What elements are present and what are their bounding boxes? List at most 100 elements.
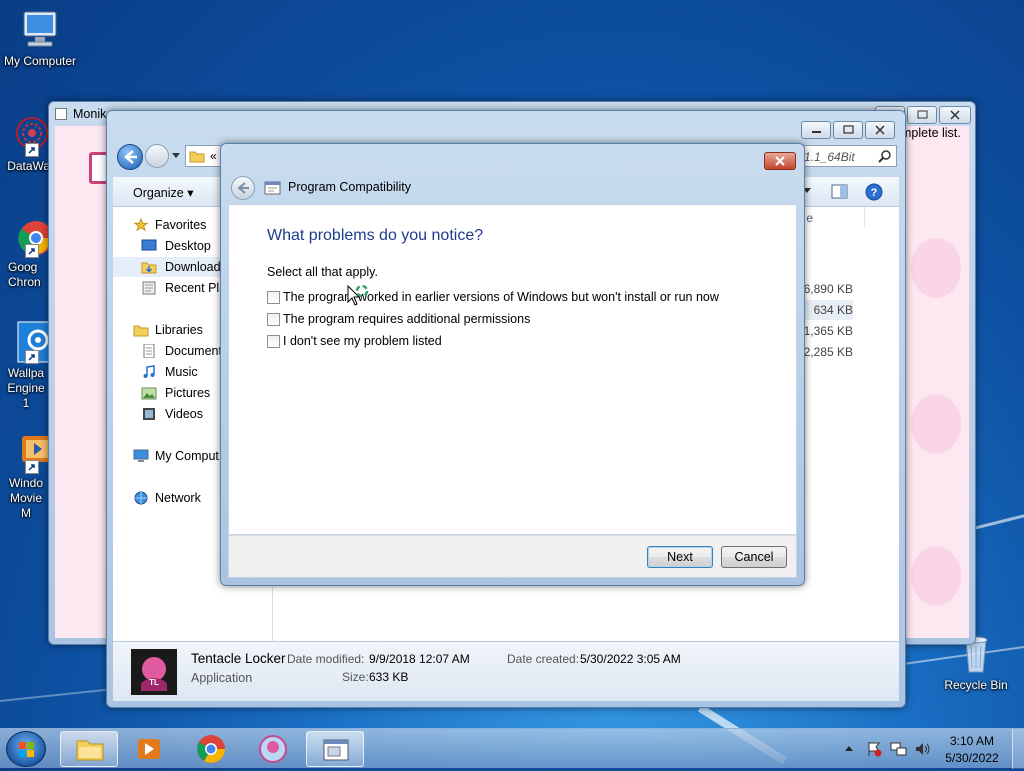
media-player-icon	[138, 739, 160, 759]
pictures-icon	[141, 387, 157, 400]
tentacle-locker-icon: TL	[141, 657, 167, 691]
music-icon	[143, 365, 155, 378]
back-button[interactable]	[117, 144, 143, 170]
shortcut-arrow-icon	[25, 244, 39, 258]
network-tray-icon[interactable]	[890, 741, 908, 757]
program-compatibility-icon	[264, 181, 281, 195]
shortcut-arrow-icon	[25, 350, 39, 364]
libraries-icon	[133, 325, 149, 337]
option-checkbox-permissions[interactable]	[267, 313, 280, 326]
dialog-footer: Next Cancel	[228, 535, 797, 578]
folder-icon	[189, 151, 205, 163]
close-icon	[950, 110, 960, 120]
option-label-permissions[interactable]: The program requires additional permissi…	[283, 312, 530, 326]
show-hidden-icons-button[interactable]	[845, 746, 853, 751]
network-icon	[134, 491, 148, 505]
search-icon	[878, 150, 891, 163]
option-checkbox-earlier-versions[interactable]	[267, 291, 280, 304]
close-button[interactable]	[939, 106, 971, 124]
details-pane: TL Tentacle Locker Application Date modi…	[113, 641, 899, 701]
action-center-flag-icon[interactable]	[866, 741, 882, 757]
minimize-button[interactable]	[801, 121, 831, 139]
file-type: Application	[191, 671, 253, 685]
svg-text:?: ?	[871, 187, 878, 199]
taskbar-program-compatibility[interactable]	[306, 731, 364, 767]
window-app-icon	[55, 108, 67, 120]
preview-pane-icon[interactable]	[831, 184, 849, 200]
recent-places-icon	[142, 281, 156, 295]
back-arrow-icon	[124, 150, 137, 164]
desktop-icon-label: Wallpa Engine 1	[7, 366, 45, 410]
folder-icon	[76, 740, 104, 761]
dialog-title: Program Compatibility	[288, 180, 411, 194]
dialog-content: What problems do you notice? Select all …	[228, 204, 797, 535]
taskbar: 3:10 AM 5/30/2022	[0, 728, 1024, 769]
date-modified-value: 9/9/2018 12:07 AM	[369, 652, 470, 666]
size-value: 633 KB	[369, 670, 409, 684]
clock-date[interactable]: 5/30/2022	[942, 751, 1002, 765]
date-created-label: Date created:	[507, 652, 580, 666]
star-icon	[133, 218, 149, 232]
taskbar-explorer[interactable]	[60, 731, 118, 767]
tentacle-locker-icon	[259, 735, 287, 763]
close-button[interactable]	[764, 152, 796, 170]
date-created-value: 5/30/2022 3:05 AM	[580, 652, 681, 666]
computer-icon	[133, 449, 149, 462]
window-title: Monik	[73, 107, 107, 121]
cancel-button[interactable]: Cancel	[721, 546, 787, 568]
file-thumbnail: TL	[131, 649, 177, 695]
taskbar-chrome[interactable]	[182, 731, 240, 767]
history-dropdown[interactable]	[172, 153, 180, 158]
column-divider	[864, 207, 865, 227]
maximize-button[interactable]	[907, 106, 937, 124]
maximize-button[interactable]	[833, 121, 863, 139]
search-text: 1.1_64Bit	[804, 150, 855, 164]
videos-icon	[143, 408, 155, 420]
forward-button[interactable]	[145, 144, 169, 168]
desktop-icon	[141, 239, 157, 251]
column-header-fragment: e	[806, 211, 813, 225]
maximize-icon	[917, 110, 928, 119]
clock-time[interactable]: 3:10 AM	[942, 734, 1002, 748]
back-arrow-icon	[237, 182, 249, 194]
close-icon	[875, 125, 885, 135]
program-compatibility-icon	[323, 739, 349, 761]
monika-side-text: mplete list.	[901, 126, 961, 140]
dialog-instruction: Select all that apply.	[267, 265, 378, 279]
option-checkbox-not-listed[interactable]	[267, 335, 280, 348]
computer-icon	[18, 8, 62, 52]
dialog-heading: What problems do you notice?	[267, 227, 484, 244]
documents-icon	[143, 344, 155, 358]
maximize-icon	[843, 125, 854, 134]
windows-logo-icon	[19, 742, 34, 757]
taskbar-tentacle-locker[interactable]	[244, 731, 302, 767]
program-compatibility-dialog[interactable]: Program Compatibility What problems do y…	[220, 143, 805, 586]
size-label: Size:	[342, 670, 369, 684]
help-icon[interactable]: ?	[865, 183, 883, 201]
dialog-back-button[interactable]	[231, 176, 255, 200]
taskbar-media-player[interactable]	[120, 731, 178, 767]
address-bar[interactable]: «	[185, 145, 225, 167]
breadcrumb: «	[210, 149, 217, 163]
chrome-icon	[197, 735, 225, 763]
organize-button[interactable]: Organize ▾	[133, 185, 193, 200]
close-button[interactable]	[865, 121, 895, 139]
show-desktop-button[interactable]	[1012, 729, 1024, 769]
close-icon	[775, 156, 785, 166]
file-name: Tentacle Locker	[191, 651, 286, 666]
volume-icon[interactable]	[914, 741, 932, 757]
desktop-icon-label: Windo Movie M	[8, 476, 43, 520]
shortcut-arrow-icon	[25, 143, 39, 157]
start-button[interactable]	[6, 731, 46, 767]
downloads-folder-icon	[141, 262, 157, 274]
desktop-icon-label: Recycle Bin	[944, 678, 1008, 692]
shortcut-arrow-icon	[25, 460, 39, 474]
mouse-cursor-busy-icon	[347, 285, 369, 306]
date-modified-label: Date modified:	[287, 652, 365, 666]
option-label-not-listed[interactable]: I don't see my problem listed	[283, 334, 442, 348]
minimize-icon	[812, 131, 821, 133]
search-box[interactable]: 1.1_64Bit	[799, 145, 897, 167]
desktop-icon-label: Goog Chron	[8, 260, 41, 289]
next-button[interactable]: Next	[647, 546, 713, 568]
desktop-icon-my-computer[interactable]: My Computer	[0, 8, 80, 69]
